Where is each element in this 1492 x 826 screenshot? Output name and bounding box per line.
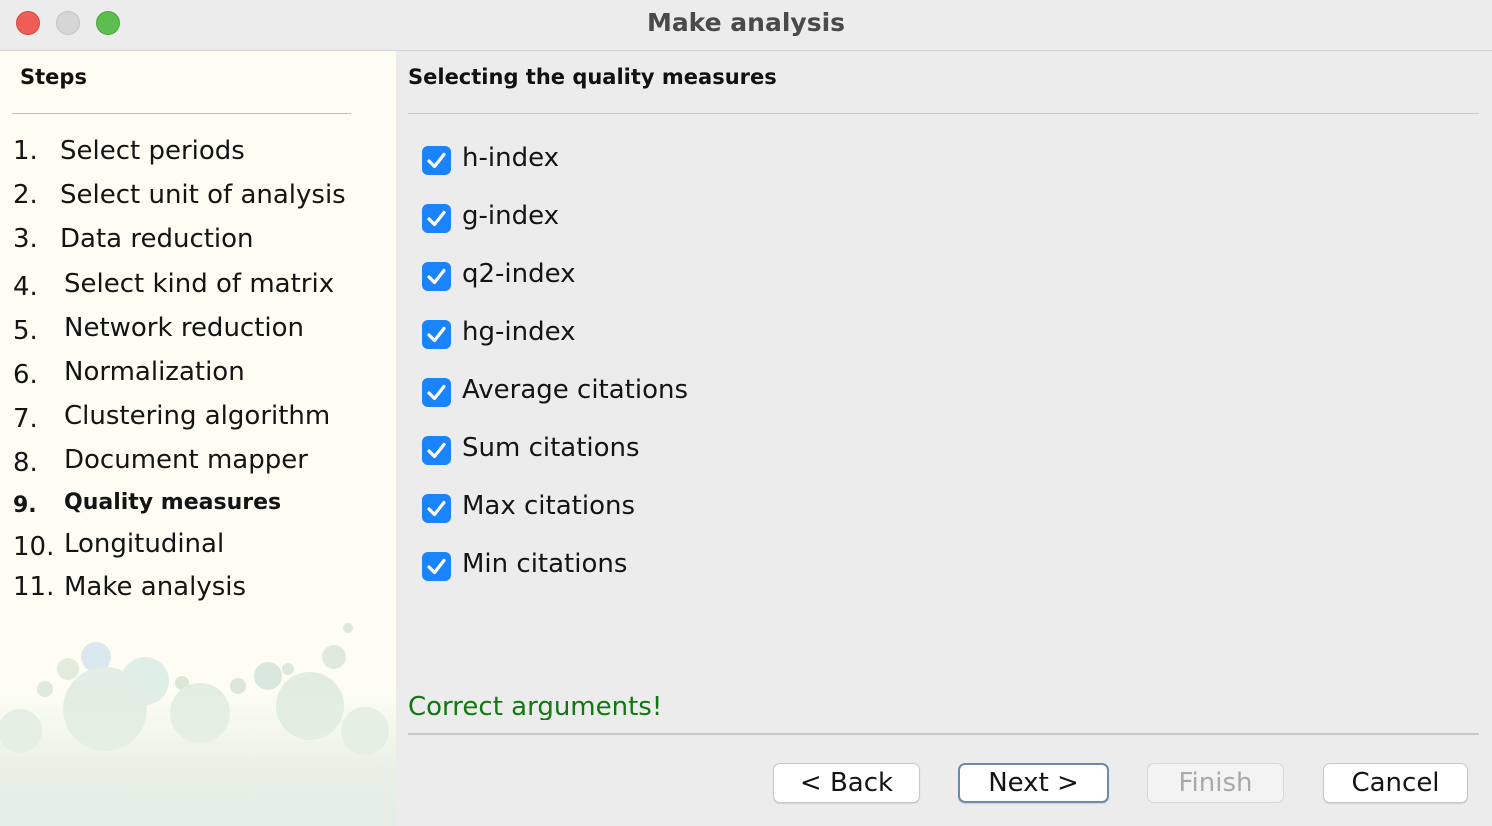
step-label: Longitudinal: [64, 529, 225, 559]
step-5: 5. Network reduction: [13, 313, 304, 346]
step-8: 8. Document mapper: [13, 445, 308, 478]
checkbox-label: g-index: [462, 201, 560, 231]
checkmark-icon: [427, 326, 446, 343]
step-6: 6. Normalization: [13, 357, 245, 390]
checkbox-checked-icon[interactable]: [422, 146, 451, 175]
checkbox-checked-icon[interactable]: [422, 320, 451, 349]
checkmark-icon: [427, 500, 446, 517]
status-message: Correct arguments!: [408, 692, 663, 720]
steps-divider: [12, 113, 351, 114]
checkmark-icon: [427, 384, 446, 401]
page-title: Selecting the quality measures: [408, 65, 777, 89]
checkbox-label: Max citations: [462, 491, 636, 521]
steps-panel: Steps 1. Select periods 2. Select unit o…: [0, 51, 396, 826]
checkmark-icon: [427, 210, 446, 227]
step-9-current: 9. Quality measures: [13, 490, 281, 518]
title-bar: Make analysis: [0, 0, 1492, 51]
header-divider: [408, 113, 1479, 114]
back-button[interactable]: < Back: [773, 763, 920, 803]
step-2: 2. Select unit of analysis: [13, 180, 346, 210]
checkbox-checked-icon[interactable]: [422, 378, 451, 407]
step-label: Clustering algorithm: [64, 401, 331, 431]
checkbox-checked-icon[interactable]: [422, 436, 451, 465]
window-title: Make analysis: [646, 8, 846, 37]
step-number: 5.: [13, 316, 38, 346]
checkmark-icon: [427, 268, 446, 285]
checkbox-label: Average citations: [462, 375, 689, 405]
checkbox-label: hg-index: [462, 317, 576, 347]
checkbox-checked-icon[interactable]: [422, 262, 451, 291]
step-4: 4. Select kind of matrix: [13, 269, 334, 302]
step-number: 3.: [13, 224, 38, 254]
step-number: 10.: [13, 532, 55, 562]
step-number: 1.: [13, 136, 38, 166]
step-label: Data reduction: [60, 224, 254, 254]
step-number: 8.: [13, 448, 38, 478]
step-10: 10. Longitudinal: [13, 529, 224, 562]
step-label: Quality measures: [64, 490, 282, 515]
step-number: 7.: [13, 404, 38, 434]
checkbox-label: Min citations: [462, 549, 628, 579]
step-number: 4.: [13, 272, 38, 302]
step-label: Network reduction: [64, 313, 305, 343]
step-label: Select periods: [60, 136, 245, 166]
step-number: 9.: [13, 493, 37, 518]
decorative-bubbles-image: [0, 623, 396, 826]
footer-divider: [408, 733, 1479, 735]
step-label: Document mapper: [64, 445, 308, 475]
step-1: 1. Select periods: [13, 136, 245, 166]
checkbox-checked-icon[interactable]: [422, 552, 451, 581]
step-label: Select unit of analysis: [60, 180, 346, 210]
step-label: Select kind of matrix: [64, 269, 335, 299]
checkbox-label: Sum citations: [462, 433, 640, 463]
step-label: Normalization: [64, 357, 245, 387]
step-number: 2.: [13, 180, 38, 210]
checkmark-icon: [427, 442, 446, 459]
checkmark-icon: [427, 558, 446, 575]
checkbox-checked-icon[interactable]: [422, 204, 451, 233]
finish-button[interactable]: Finish: [1147, 763, 1284, 803]
steps-heading: Steps: [20, 65, 87, 89]
step-3: 3. Data reduction: [13, 224, 254, 254]
checkbox-checked-icon[interactable]: [422, 494, 451, 523]
step-number: 6.: [13, 360, 38, 390]
checkbox-label: q2-index: [462, 259, 576, 289]
cancel-button[interactable]: Cancel: [1323, 763, 1468, 803]
step-7: 7. Clustering algorithm: [13, 401, 330, 434]
wizard-window: Make analysis Steps 1. Select periods 2.…: [0, 0, 1492, 826]
checkmark-icon: [427, 152, 446, 169]
checkbox-label: h-index: [462, 143, 559, 173]
next-button[interactable]: Next >: [958, 763, 1109, 803]
